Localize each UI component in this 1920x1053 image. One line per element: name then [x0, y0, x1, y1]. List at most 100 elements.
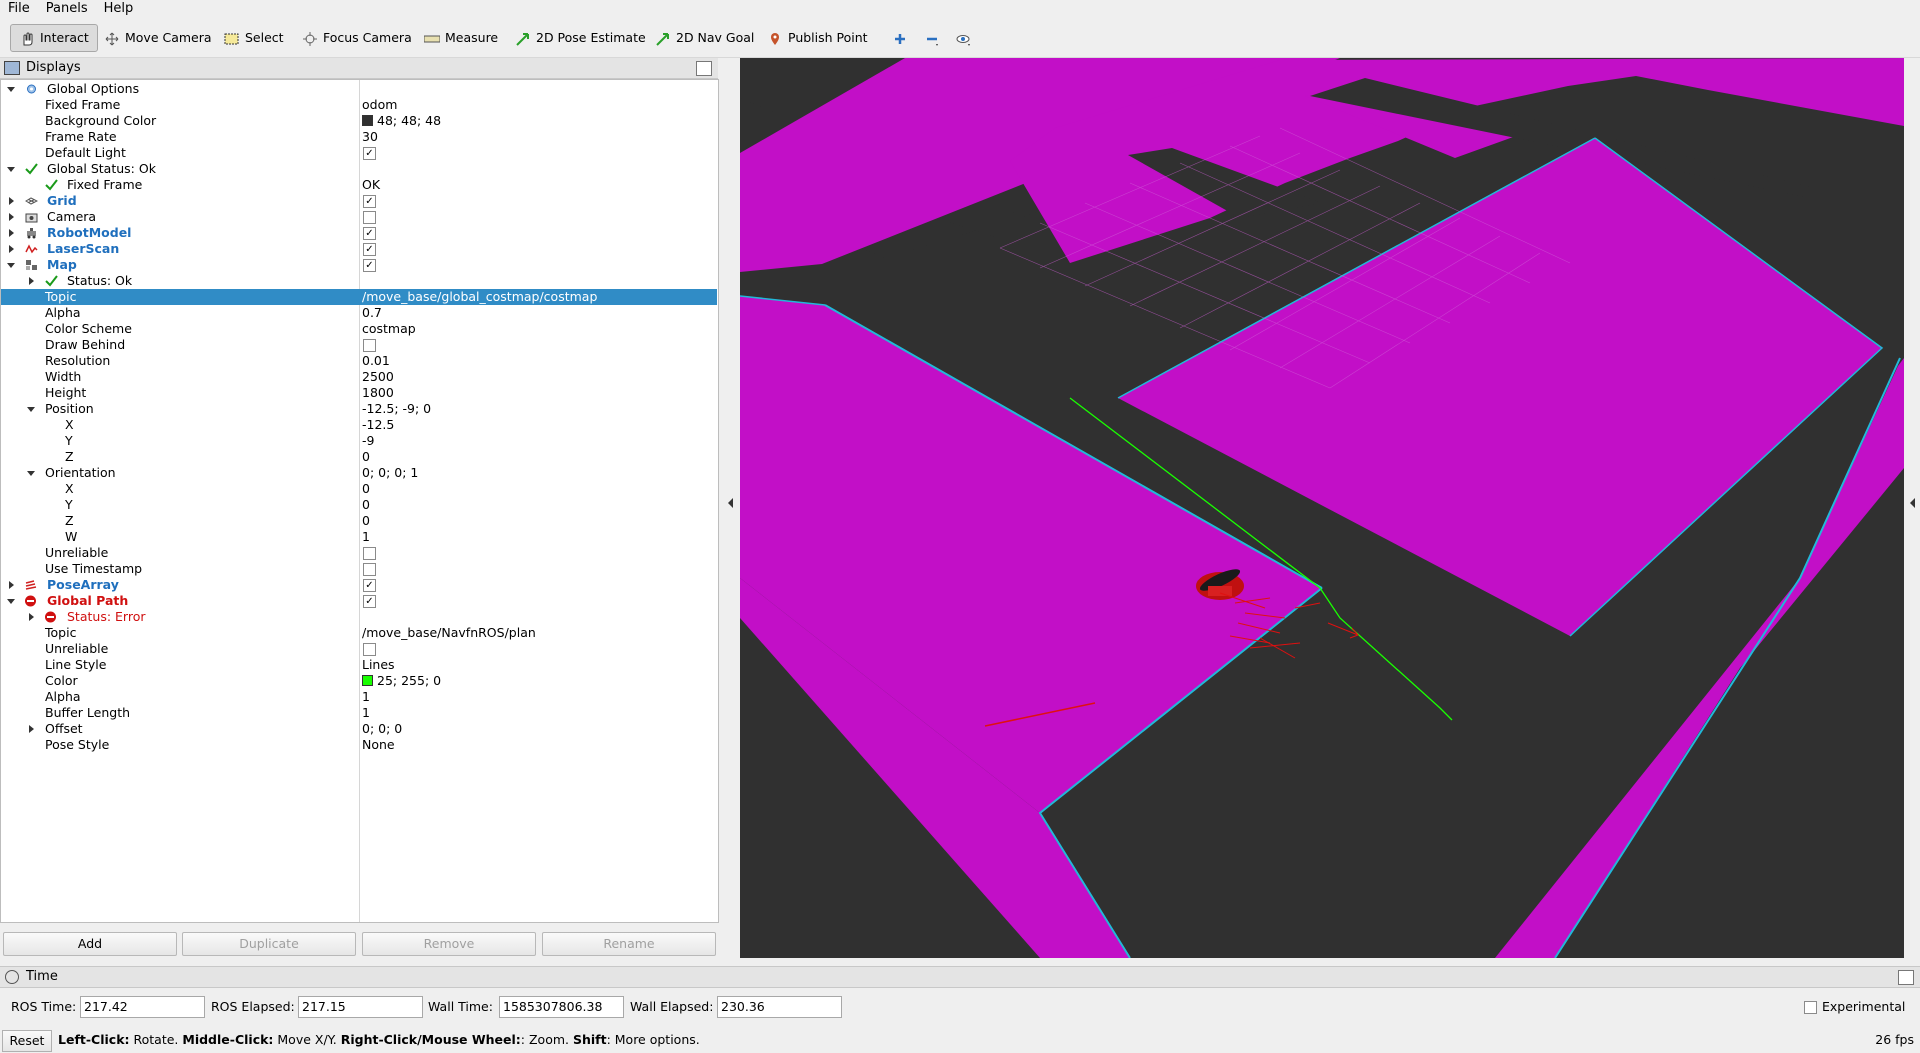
tree-row-global-status[interactable]: Global Status: Ok — [1, 161, 717, 177]
tree-row-color-scheme[interactable]: Color Scheme costmap — [1, 321, 717, 337]
tree-row-resolution[interactable]: Resolution 0.01 — [1, 353, 717, 369]
wall-elapsed-field[interactable]: 230.36 — [717, 996, 842, 1018]
unreliable-checkbox[interactable] — [363, 547, 376, 560]
right-splitter[interactable] — [1905, 58, 1920, 958]
expand-arrow-icon[interactable] — [9, 229, 14, 237]
focus-camera-button[interactable]: Focus Camera — [302, 25, 412, 51]
tree-row-position-x[interactable]: X -12.5 — [1, 417, 717, 433]
tree-value[interactable]: odom — [362, 97, 397, 113]
pose-array-checkbox[interactable]: ✓ — [363, 579, 376, 592]
tree-row-map-status[interactable]: Status: Ok — [1, 273, 717, 289]
tree-row-pose-style[interactable]: Pose Style None — [1, 737, 717, 753]
collapse-arrow-icon[interactable] — [7, 263, 15, 268]
tree-row-orientation-x[interactable]: X 0 — [1, 481, 717, 497]
tree-row-path-topic[interactable]: Topic /move_base/NavfnROS/plan — [1, 625, 717, 641]
tree-row-grid[interactable]: Grid ✓ — [1, 193, 717, 209]
tree-row-default-light[interactable]: Default Light ✓ — [1, 145, 717, 161]
menu-panels[interactable]: Panels — [38, 0, 96, 18]
tree-row-orientation-z[interactable]: Z 0 — [1, 513, 717, 529]
tree-row-path-color[interactable]: Color 25; 255; 0 — [1, 673, 717, 689]
tree-value[interactable]: costmap — [362, 321, 416, 337]
tree-value[interactable]: 0; 0; 0 — [362, 721, 402, 737]
collapse-arrow-icon[interactable] — [7, 599, 15, 604]
menu-file[interactable]: File — [0, 0, 38, 18]
expand-arrow-icon[interactable] — [9, 197, 14, 205]
laser-scan-checkbox[interactable]: ✓ — [363, 243, 376, 256]
tree-value[interactable]: 0.7 — [362, 305, 382, 321]
tree-row-frame-rate[interactable]: Frame Rate 30 — [1, 129, 717, 145]
undock-button[interactable] — [1898, 970, 1914, 985]
default-light-checkbox[interactable]: ✓ — [363, 147, 376, 160]
nav-goal-button[interactable]: 2D Nav Goal — [655, 25, 754, 51]
collapse-right-icon[interactable] — [1910, 498, 1915, 508]
robot-model-checkbox[interactable]: ✓ — [363, 227, 376, 240]
tree-row-offset[interactable]: Offset 0; 0; 0 — [1, 721, 717, 737]
expand-arrow-icon[interactable] — [9, 245, 14, 253]
tree-row-camera[interactable]: Camera — [1, 209, 717, 225]
camera-checkbox[interactable] — [363, 211, 376, 224]
wall-time-field[interactable]: 1585307806.38 — [499, 996, 624, 1018]
tree-value[interactable]: /move_base/NavfnROS/plan — [362, 625, 536, 641]
tree-row-orientation-w[interactable]: W 1 — [1, 529, 717, 545]
tree-value[interactable]: Lines — [362, 657, 395, 673]
pose-estimate-button[interactable]: 2D Pose Estimate — [515, 25, 646, 51]
collapse-arrow-icon[interactable] — [7, 87, 15, 92]
global-path-checkbox[interactable]: ✓ — [363, 595, 376, 608]
tree-row-orientation-y[interactable]: Y 0 — [1, 497, 717, 513]
tree-row-position-y[interactable]: Y -9 — [1, 433, 717, 449]
duplicate-button[interactable]: Duplicate — [182, 932, 356, 956]
menu-help[interactable]: Help — [96, 0, 142, 18]
add-button[interactable]: Add — [3, 932, 177, 956]
tree-row-fixed-frame[interactable]: Fixed Frame odom — [1, 97, 717, 113]
tree-row-buffer-length[interactable]: Buffer Length 1 — [1, 705, 717, 721]
use-timestamp-checkbox[interactable] — [363, 563, 376, 576]
reset-button[interactable]: Reset — [2, 1030, 52, 1052]
tree-value[interactable]: 30 — [362, 129, 378, 145]
tree-row-path-unreliable[interactable]: Unreliable — [1, 641, 717, 657]
ros-time-field[interactable]: 217.42 — [80, 996, 205, 1018]
undock-button[interactable] — [696, 61, 712, 76]
tree-row-orientation[interactable]: Orientation 0; 0; 0; 1 — [1, 465, 717, 481]
experimental-checkbox[interactable] — [1804, 1001, 1817, 1014]
left-splitter[interactable] — [720, 58, 740, 958]
tool-properties-button[interactable] — [956, 25, 977, 51]
tree-row-path-alpha[interactable]: Alpha 1 — [1, 689, 717, 705]
tree-row-width[interactable]: Width 2500 — [1, 369, 717, 385]
add-tool-button[interactable] — [892, 25, 913, 51]
collapse-left-icon[interactable] — [728, 498, 733, 508]
interact-tool-button[interactable]: Interact — [10, 24, 98, 52]
rename-button[interactable]: Rename — [542, 932, 716, 956]
publish-point-button[interactable]: Publish Point — [767, 25, 868, 51]
tree-row-map[interactable]: Map ✓ — [1, 257, 717, 273]
tree-value[interactable]: 48; 48; 48 — [362, 113, 441, 129]
remove-button[interactable]: Remove — [362, 932, 536, 956]
draw-behind-checkbox[interactable] — [363, 339, 376, 352]
grid-checkbox[interactable]: ✓ — [363, 195, 376, 208]
tree-row-map-alpha[interactable]: Alpha 0.7 — [1, 305, 717, 321]
tree-row-position[interactable]: Position -12.5; -9; 0 — [1, 401, 717, 417]
collapse-arrow-icon[interactable] — [7, 167, 15, 172]
collapse-arrow-icon[interactable] — [27, 471, 35, 476]
tree-row-use-timestamp[interactable]: Use Timestamp — [1, 561, 717, 577]
expand-arrow-icon[interactable] — [29, 613, 34, 621]
tree-row-height[interactable]: Height 1800 — [1, 385, 717, 401]
expand-arrow-icon[interactable] — [29, 725, 34, 733]
tree-row-background-color[interactable]: Background Color 48; 48; 48 — [1, 113, 717, 129]
tree-row-draw-behind[interactable]: Draw Behind — [1, 337, 717, 353]
tree-row-unreliable[interactable]: Unreliable — [1, 545, 717, 561]
tree-row-line-style[interactable]: Line Style Lines — [1, 657, 717, 673]
tree-row-pose-array[interactable]: PoseArray ✓ — [1, 577, 717, 593]
tree-row-laser-scan[interactable]: LaserScan ✓ — [1, 241, 717, 257]
render-view[interactable] — [740, 58, 1904, 958]
measure-button[interactable]: Measure — [424, 25, 498, 51]
tree-row-global-options[interactable]: Global Options — [1, 81, 717, 97]
expand-arrow-icon[interactable] — [9, 581, 14, 589]
select-button[interactable]: Select — [224, 25, 284, 51]
ros-elapsed-field[interactable]: 217.15 — [298, 996, 423, 1018]
tree-row-path-status[interactable]: Status: Error — [1, 609, 717, 625]
tree-value[interactable]: 1 — [362, 689, 370, 705]
expand-arrow-icon[interactable] — [29, 277, 34, 285]
path-unreliable-checkbox[interactable] — [363, 643, 376, 656]
remove-tool-button[interactable] — [924, 25, 945, 51]
collapse-arrow-icon[interactable] — [27, 407, 35, 412]
